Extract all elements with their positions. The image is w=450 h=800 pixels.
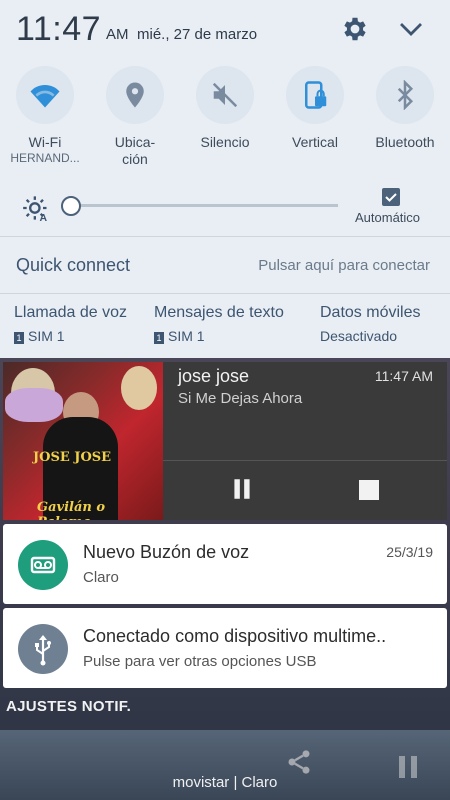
tile-bluetooth-label: Bluetooth	[375, 134, 435, 150]
media-notification[interactable]: JOSE JOSE Gavilán o Paloma jose jose Si …	[3, 362, 447, 520]
sim-data-title: Datos móviles	[320, 304, 421, 321]
tile-bluetooth[interactable]: Bluetooth	[360, 66, 450, 176]
divider	[163, 460, 447, 461]
sim-badge-icon: 1	[154, 332, 164, 344]
tile-bluetooth-circle	[376, 66, 434, 124]
auto-brightness-label: Automático	[355, 210, 421, 225]
notification-date: 25/3/19	[386, 544, 433, 560]
sim-sms-sub: SIM 1	[168, 328, 205, 344]
brightness-auto-icon: A	[23, 196, 48, 222]
status-header: 11:47 AM mié., 27 de marzo	[0, 0, 450, 62]
sim-voice[interactable]: Llamada de voz 1 SIM 1	[14, 304, 127, 344]
brightness-knob[interactable]	[61, 196, 81, 216]
sim-voice-sub: SIM 1	[28, 328, 65, 344]
stop-icon[interactable]	[359, 480, 379, 500]
brightness-slider[interactable]	[70, 204, 338, 207]
notification-title: Conectado como dispositivo multime..	[83, 626, 387, 646]
voicemail-icon	[30, 556, 56, 574]
sim-voice-sub-row: 1 SIM 1	[14, 328, 127, 344]
voicemail-icon-circle	[18, 540, 68, 590]
tile-wifi[interactable]: Wi-Fi HERNAND...	[0, 66, 90, 176]
tile-rotation[interactable]: Vertical	[270, 66, 360, 176]
bluetooth-icon	[397, 80, 414, 110]
album-face	[121, 366, 157, 410]
date: mié., 27 de marzo	[137, 26, 258, 43]
tile-location-label: Ubica- ción	[114, 134, 156, 167]
quick-connect-hint: Pulsar aquí para conectar	[258, 257, 430, 274]
check-icon	[385, 193, 397, 202]
tile-location[interactable]: Ubica- ción	[90, 66, 180, 176]
chevron-down-icon[interactable]	[396, 14, 426, 44]
usb-icon-circle	[18, 624, 68, 674]
notification-voicemail[interactable]: Nuevo Buzón de voz Claro 25/3/19	[3, 524, 447, 604]
lockscreen-bottom: movistar | Claro	[0, 730, 450, 800]
media-artist: jose jose	[178, 366, 250, 386]
mute-icon	[212, 82, 238, 108]
sim-sms-sub-row: 1 SIM 1	[154, 328, 284, 344]
wifi-icon	[30, 85, 60, 108]
quick-settings-panel: 11:47 AM mié., 27 de marzo Wi-Fi HERNAND…	[0, 0, 450, 358]
share-icon	[288, 750, 310, 774]
quick-tiles: Wi-Fi HERNAND... Ubica- ción Silencio Ve…	[0, 66, 450, 176]
tile-wifi-circle	[16, 66, 74, 124]
notification-sub: Pulse para ver otras opciones USB	[83, 653, 317, 670]
tile-rotation-label: Vertical	[292, 134, 338, 150]
gear-icon[interactable]	[340, 14, 370, 44]
sim-data[interactable]: Datos móviles Desactivado	[320, 304, 420, 344]
album-face	[5, 388, 63, 422]
tile-rotation-circle	[286, 66, 344, 124]
sim-data-sub: Desactivado	[320, 328, 398, 344]
sim-settings-row: Llamada de voz 1 SIM 1 Mensajes de texto …	[0, 300, 450, 350]
sim-sms[interactable]: Mensajes de texto 1 SIM 1	[154, 304, 284, 344]
tile-silence[interactable]: Silencio	[180, 66, 270, 176]
clock: 11:47	[16, 10, 102, 48]
divider	[0, 293, 450, 294]
notification-usb[interactable]: Conectado como dispositivo multime.. Pul…	[3, 608, 447, 688]
location-icon	[126, 82, 144, 108]
rotation-lock-icon	[305, 81, 327, 109]
notification-title: Nuevo Buzón de voz	[83, 542, 250, 562]
brightness-row: A Automático	[0, 186, 450, 228]
usb-icon	[35, 635, 51, 666]
album-text-top: JOSE JOSE	[33, 450, 112, 465]
sim-sms-title: Mensajes de texto	[154, 304, 284, 321]
tile-silence-circle	[196, 66, 254, 124]
album-text-bottom: Gavilán o Paloma	[37, 500, 106, 520]
tile-location-circle	[106, 66, 164, 124]
pause-icon[interactable]	[229, 476, 255, 502]
notification-settings-button[interactable]: AJUSTES NOTIF.	[6, 698, 131, 715]
tile-wifi-label: Wi-Fi	[28, 134, 62, 150]
media-song: Si Me Dejas Ahora	[178, 390, 303, 407]
tile-wifi-sublabel: HERNAND...	[10, 151, 80, 165]
quick-connect-title: Quick connect	[16, 255, 131, 275]
album-art: JOSE JOSE Gavilán o Paloma	[3, 362, 163, 520]
sim-voice-title: Llamada de voz	[14, 304, 127, 321]
quick-connect-bar[interactable]: Quick connect Pulsar aquí para conectar	[0, 237, 450, 293]
svg-text:A: A	[40, 212, 48, 222]
sim-badge-icon: 1	[14, 332, 24, 344]
carrier-label: movistar | Claro	[172, 774, 278, 791]
clock-ampm: AM	[106, 26, 129, 43]
media-time: 11:47 AM	[374, 368, 433, 384]
auto-brightness-checkbox[interactable]	[382, 188, 400, 206]
tile-silence-label: Silencio	[200, 134, 250, 150]
notification-sub: Claro	[83, 569, 119, 586]
